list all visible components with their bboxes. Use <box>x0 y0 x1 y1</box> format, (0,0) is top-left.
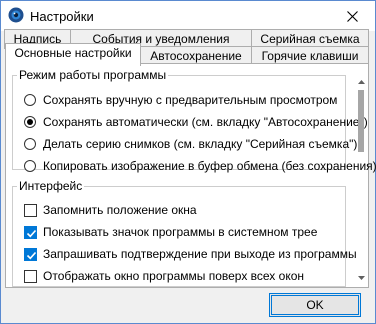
radio-button[interactable] <box>24 94 36 106</box>
checkmark-icon <box>26 251 37 259</box>
checkbox[interactable] <box>24 269 37 283</box>
scroll-up-icon <box>357 80 365 84</box>
checkbox[interactable] <box>24 203 37 217</box>
checkbox-label: Запрашивать подтверждение при выходе из … <box>43 247 357 261</box>
checkbox-tray-icon[interactable]: Показывать значок программы в системном … <box>24 224 317 240</box>
scroll-down-button[interactable] <box>355 272 367 284</box>
radio-save-automatically[interactable]: Сохранять автоматически (см. вкладку "Ав… <box>24 114 368 130</box>
radio-burst-shots[interactable]: Делать серию снимков (см. вкладку "Серий… <box>24 136 357 152</box>
ok-button[interactable]: OK <box>269 293 361 317</box>
tab-label: Серийная съемка <box>260 32 360 46</box>
checkmark-icon <box>26 229 37 237</box>
tab-label: Горячие клавиши <box>261 49 359 63</box>
tab-main-settings[interactable]: Основные настройки <box>5 43 141 66</box>
scroll-down-icon <box>357 276 365 280</box>
checkbox[interactable] <box>24 247 37 261</box>
checkbox-remember-position[interactable]: Запомнить положение окна <box>24 202 197 218</box>
checkbox-label: Показывать значок программы в системном … <box>43 225 318 239</box>
close-icon <box>347 10 358 22</box>
radio-label: Копировать изображение в буфер обмена (б… <box>43 159 376 173</box>
radio-label: Сохранять вручную с предварительным прос… <box>43 93 338 107</box>
radio-copy-clipboard[interactable]: Копировать изображение в буфер обмена (б… <box>24 158 376 174</box>
checkbox-label: Запомнить положение окна <box>43 203 197 217</box>
radio-save-manually[interactable]: Сохранять вручную с предварительным прос… <box>24 92 337 108</box>
close-button[interactable] <box>330 1 375 31</box>
checkbox-confirm-exit[interactable]: Запрашивать подтверждение при выходе из … <box>24 246 357 262</box>
window-title: Настройки <box>30 9 94 24</box>
tab-label: Основные настройки <box>14 46 132 60</box>
focus-ring <box>271 295 359 315</box>
checkbox-label: Отображать окно программы поверх всех ок… <box>43 269 304 283</box>
scrollbar-thumb[interactable] <box>358 90 364 152</box>
tab-panel: Режим работы программы Сохранять вручную… <box>5 63 376 288</box>
mode-group-title: Режим работы программы <box>19 68 167 82</box>
radio-label: Сохранять автоматически (см. вкладку "Ав… <box>43 115 368 129</box>
checkbox-always-on-top[interactable]: Отображать окно программы поверх всех ок… <box>24 268 304 284</box>
radio-button[interactable] <box>24 138 36 150</box>
radio-button[interactable] <box>24 160 36 172</box>
settings-window: Настройки Надпись События и уведомления … <box>0 0 376 324</box>
app-icon <box>8 7 24 23</box>
interface-group-title: Интерфейс <box>19 179 83 193</box>
scroll-up-button[interactable] <box>355 76 367 88</box>
title-bar: Настройки <box>1 1 375 31</box>
interface-group: Интерфейс Запомнить положение окна Показ… <box>12 179 357 287</box>
radio-button[interactable] <box>24 116 36 128</box>
mode-group: Режим работы программы Сохранять вручную… <box>12 68 376 173</box>
vertical-scrollbar[interactable] <box>355 76 367 284</box>
radio-label: Делать серию снимков (см. вкладку "Серий… <box>43 137 358 151</box>
checkbox[interactable] <box>24 225 37 239</box>
tab-label: Автосохранение <box>150 49 242 63</box>
